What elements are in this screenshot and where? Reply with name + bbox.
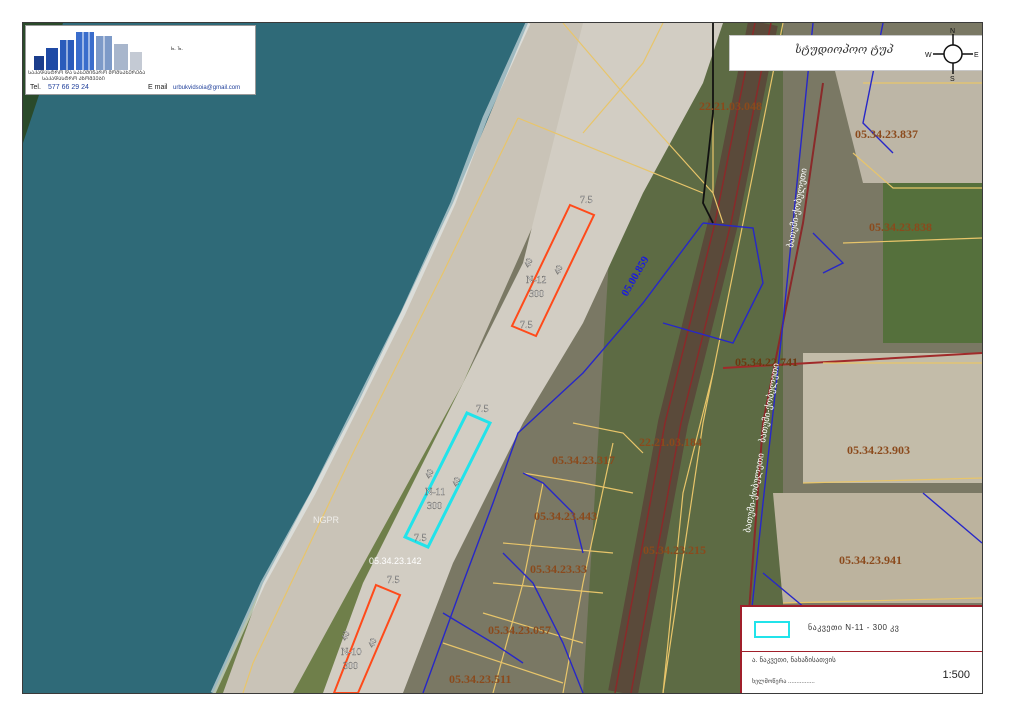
parcel-label-3: 05.34.23.838 — [869, 220, 932, 234]
plot-n10-name: N-10 — [341, 647, 362, 658]
parcel-label-14: 05.34.23.142 — [369, 556, 422, 566]
trees-east — [883, 183, 982, 343]
plot-n11-area: 300 — [427, 501, 442, 512]
map-frame: 7.5 7.5 40 40 N-12 300 7.5 7.5 40 40 N-1… — [22, 22, 983, 694]
aerial-map[interactable]: 7.5 7.5 40 40 N-12 300 7.5 7.5 40 40 N-1… — [23, 23, 982, 693]
company-subtitle: ᲡᲐᲙᲐᲓᲐᲡᲢᲠᲝ ᲐᲖᲝᲛᲕᲔᲑᲘ — [42, 76, 105, 82]
parcel-label-13: 05.34.23.511 — [449, 672, 511, 686]
compass-rose-icon: N S E W — [925, 28, 979, 82]
legend-box: ნაკვეთი N-11 - 300 კვ ა. ნაკვეთი, ნახაზი… — [740, 605, 982, 693]
email-value: urbukvidsoia@gmail.com — [173, 85, 241, 91]
parcel-label-6: 05.34.23.903 — [847, 443, 910, 457]
parcel-label-10: 05.34.23.941 — [839, 553, 902, 567]
parcel-label-5: 22.21.03.184 — [639, 435, 702, 449]
parcel-label-4: 05.34.22.741 — [735, 355, 798, 369]
plot-n12-area: 300 — [529, 289, 544, 300]
legend-swatch-plot — [754, 621, 790, 638]
plot-n11-name: N-11 — [425, 487, 445, 498]
parcel-label-11: 05.34.23.33 — [530, 562, 587, 576]
legend-subtitle: ა. ნაკვეთი, ნახაზისათვის — [752, 657, 836, 664]
compass-e: E — [974, 52, 979, 59]
map-title: სტუდიოპოო ტუპ — [795, 43, 894, 56]
built-area-3 — [773, 493, 982, 603]
map-scale: 1:500 — [942, 669, 970, 681]
parcel-label-9: 05.34.23.215 — [643, 543, 706, 557]
plot-n11-bottom: 7.5 — [414, 533, 427, 544]
compass-n: N — [950, 28, 955, 35]
parcel-label-2: 05.34.23.837 — [855, 127, 918, 141]
legend-label: ნაკვეთი N-11 - 300 კვ — [808, 623, 900, 632]
plot-n12-top: 7.5 — [580, 195, 593, 206]
built-area-2 — [803, 353, 982, 483]
parcel-label-7: 05.34.23.317 — [552, 453, 615, 467]
parcel-label-8: 05.34.23.443 — [534, 509, 597, 523]
legend-divider — [742, 651, 982, 652]
email-label: E mail — [148, 84, 168, 91]
plot-n12-bottom: 7.5 — [520, 320, 533, 331]
compass-s: S — [950, 76, 955, 82]
tel-value: 577 66 29 24 — [48, 84, 89, 91]
sea-label: NGPR — [313, 515, 340, 525]
plot-n12-name: N-12 — [526, 275, 547, 286]
parcel-label-12: 05.34.23.057 — [488, 623, 551, 637]
plot-n10-area: 300 — [343, 661, 358, 672]
compass-w: W — [925, 52, 932, 59]
company-logo-box: ь. ъ. ᲡᲐᲙᲐᲓᲐᲡᲢᲠᲝ ᲓᲐ ᲡᲐᲡᲔᲛᲘᲜᲐᲠᲝ ᲛᲝᲛᲡᲐᲮᲣᲠᲔ… — [25, 25, 256, 95]
buildings-logo-icon — [34, 32, 142, 70]
plot-n10-top: 7.5 — [387, 575, 400, 586]
legend-signature: ხელმოწერა ................ — [752, 679, 815, 685]
plot-n11-top: 7.5 — [476, 404, 489, 415]
tel-label: Tel. — [30, 84, 41, 91]
compass-box: სტუდიოპოო ტუპ N S E W — [729, 28, 982, 82]
logo-mark: ь. ъ. — [171, 46, 183, 52]
parcel-label-1: 22.21.03.048 — [699, 99, 762, 113]
